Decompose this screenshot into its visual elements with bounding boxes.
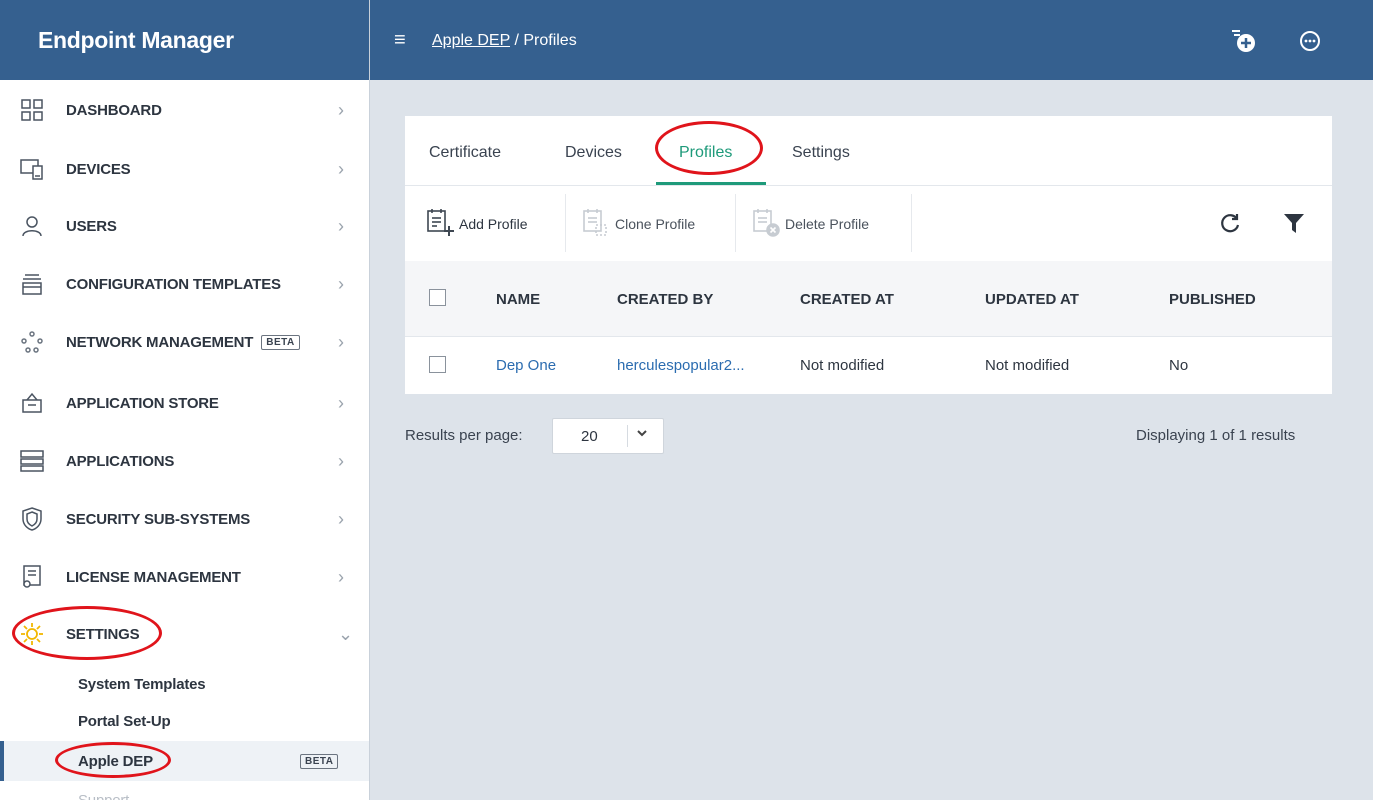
tab-devices[interactable]: Devices [565,144,622,162]
add-profile-button[interactable]: Add Profile [425,186,527,261]
sidebar-item-devices[interactable]: DEVICES › [0,149,369,189]
sidebar-item-settings[interactable]: SETTINGS ⌄ [0,614,369,654]
delete-profile-icon [751,207,781,240]
sidebar-item-label: DEVICES [66,160,131,178]
tab-settings[interactable]: Settings [792,144,850,162]
templates-icon [20,272,44,296]
app-title: Endpoint Manager [0,0,369,80]
column-header-updated-at[interactable]: UPDATED AT [985,291,1079,308]
updated-at-cell: Not modified [985,357,1070,374]
sidebar-item-configuration-templates[interactable]: CONFIGURATION TEMPLATES › [0,264,369,304]
toolbar-divider [565,194,566,252]
breadcrumb-current: Profiles [523,32,577,49]
sidebar-item-label: SETTINGS [66,625,140,643]
sidebar-item-license-management[interactable]: LICENSE MANAGEMENT › [0,557,369,597]
chevron-right-icon: › [338,215,344,236]
sidebar-item-network-management[interactable]: NETWORK MANAGEMENT BETA › [0,322,369,362]
beta-badge: BETA [261,335,300,351]
dashboard-grid-icon [20,98,44,122]
user-icon [20,214,44,238]
select-all-checkbox[interactable] [429,289,446,306]
created-by-link[interactable]: herculespopular2... [617,357,745,374]
breadcrumb-separator: / [514,32,519,49]
network-icon [20,330,44,354]
add-profile-icon [425,207,455,240]
chevron-right-icon: › [338,331,344,352]
clone-profile-icon [581,207,611,240]
breadcrumb-link-apple-dep[interactable]: Apple DEP [432,32,510,49]
clone-profile-button[interactable]: Clone Profile [581,186,695,261]
sidebar-item-label: CONFIGURATION TEMPLATES [66,275,281,293]
delete-profile-label: Delete Profile [785,215,870,232]
table-header: NAME CREATED BY CREATED AT UPDATED AT PU… [405,261,1332,337]
select-divider [627,425,628,447]
sidebar-item-label: APPLICATION STORE [66,394,219,412]
sidebar-item-security-sub-systems[interactable]: SECURITY SUB-SYSTEMS › [0,499,369,539]
sidebar-item-label: SECURITY SUB-SYSTEMS [66,510,251,528]
sidebar-item-applications[interactable]: APPLICATIONS › [0,441,369,481]
refresh-icon[interactable] [1219,212,1241,239]
top-bar: ≡ Apple DEP / Profiles [370,0,1373,80]
chevron-right-icon: › [338,450,344,471]
profiles-panel: Certificate Devices Profiles Settings Ad… [405,116,1332,394]
breadcrumb: Apple DEP / Profiles [432,32,577,50]
settings-gear-icon [20,622,44,646]
sidebar-subitem-system-templates[interactable]: System Templates [0,664,369,704]
hamburger-menu-icon[interactable]: ≡ [394,30,406,50]
profile-name-link[interactable]: Dep One [496,357,556,374]
results-per-page-label: Results per page: [405,427,523,444]
chevron-down-icon [635,423,649,447]
beta-badge: BETA [300,753,339,769]
sidebar-item-label: DASHBOARD [66,101,162,119]
sidebar-item-label: USERS [66,217,117,235]
shield-icon [20,507,44,531]
store-basket-icon [20,391,44,415]
clone-profile-label: Clone Profile [615,215,696,232]
sidebar-item-dashboard[interactable]: DASHBOARD › [0,90,369,130]
active-tab-indicator [656,182,766,185]
add-task-icon[interactable] [1228,26,1258,56]
sidebar: Endpoint Manager DASHBOARD › DEVICES › U… [0,0,370,800]
sidebar-subitem-support[interactable]: Support [0,780,369,800]
applications-icon [20,449,44,473]
sidebar-subitem-portal-setup[interactable]: Portal Set-Up [0,701,369,741]
results-per-page-select[interactable]: 20 [552,418,664,454]
table-row: Dep One herculespopular2... Not modified… [405,337,1332,394]
chevron-right-icon: › [338,158,344,179]
sidebar-subitem-apple-dep[interactable]: Apple DEP BETA [0,741,369,781]
column-header-created-by[interactable]: CREATED BY [617,291,713,308]
column-header-published[interactable]: PUBLISHED [1169,291,1256,308]
toolbar: Add Profile Clone Profile Delete Profile [405,186,1332,261]
column-header-name[interactable]: NAME [496,291,540,308]
row-checkbox[interactable] [429,356,446,373]
tab-certificate[interactable]: Certificate [429,144,501,162]
filter-icon[interactable] [1283,212,1305,239]
toolbar-divider [911,194,912,252]
sidebar-item-label: LICENSE MANAGEMENT [66,568,241,586]
chevron-right-icon: › [338,566,344,587]
devices-icon [20,157,44,181]
license-icon [20,565,44,589]
sidebar-item-label: NETWORK MANAGEMENT BETA [66,334,300,351]
sidebar-item-label: APPLICATIONS [66,452,175,470]
chevron-right-icon: › [338,273,344,294]
tab-profiles[interactable]: Profiles [679,144,732,162]
chevron-right-icon: › [338,99,344,120]
published-cell: No [1169,357,1189,374]
created-at-cell: Not modified [800,357,885,374]
toolbar-divider [735,194,736,252]
chevron-right-icon: › [338,392,344,413]
chevron-right-icon: › [338,508,344,529]
results-per-page-value: 20 [581,428,598,445]
delete-profile-button[interactable]: Delete Profile [751,186,869,261]
add-profile-label: Add Profile [459,215,528,232]
sidebar-item-application-store[interactable]: APPLICATION STORE › [0,383,369,423]
tab-bar: Certificate Devices Profiles Settings [405,116,1332,186]
chevron-down-icon: ⌄ [338,623,354,644]
results-summary: Displaying 1 of 1 results [1136,427,1296,444]
sidebar-subitem-label: Apple DEP [78,752,153,770]
more-options-icon[interactable] [1295,26,1325,56]
sidebar-item-users[interactable]: USERS › [0,206,369,246]
column-header-created-at[interactable]: CREATED AT [800,291,894,308]
